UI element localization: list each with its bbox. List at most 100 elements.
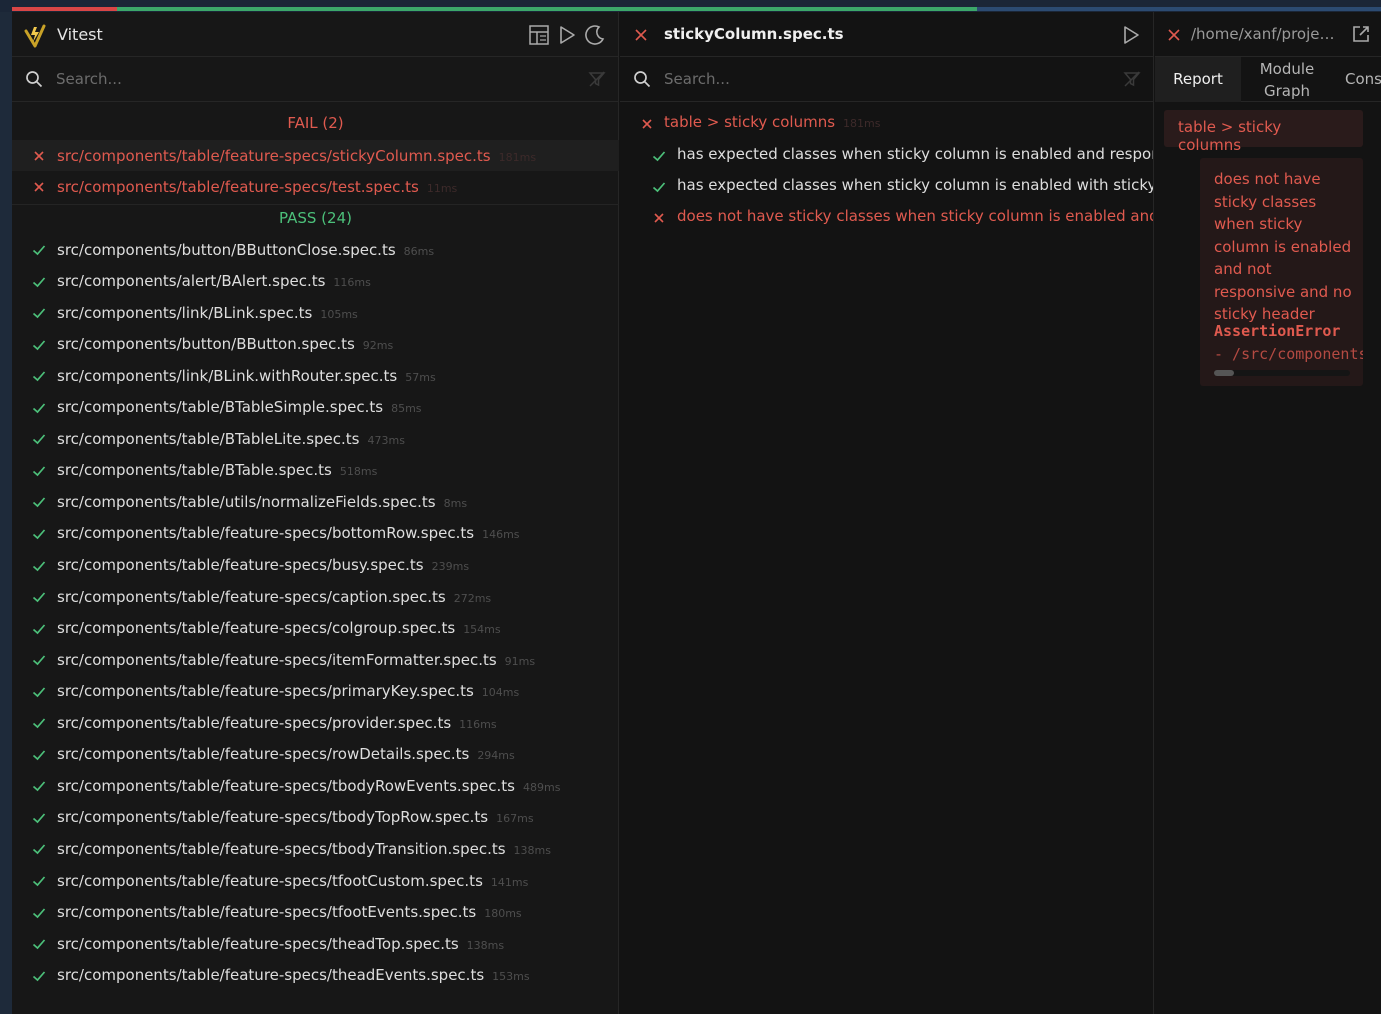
file-row[interactable]: src/components/table/feature-specs/botto… <box>12 518 619 549</box>
check-icon <box>652 151 666 162</box>
file-duration: 154ms <box>463 623 501 637</box>
explorer-search <box>12 57 618 102</box>
report-suite-header: table > sticky columns <box>1164 110 1363 154</box>
file-duration: 153ms <box>492 970 530 984</box>
file-row[interactable]: src/components/table/BTable.spec.ts 518ms <box>12 455 619 486</box>
error-type: AssertionError <box>1214 322 1341 340</box>
tab-module-graph[interactable]: Module Graph <box>1255 58 1319 103</box>
file-row[interactable]: src/components/table/feature-specs/thead… <box>12 960 619 991</box>
file-path-label: src/components/table/feature-specs/tbody… <box>57 839 506 858</box>
filter-icon[interactable] <box>588 70 606 88</box>
file-row[interactable]: src/components/table/feature-specs/busy.… <box>12 550 619 581</box>
error-box: does not have sticky classes when sticky… <box>1200 158 1363 386</box>
file-row[interactable]: src/components/table/feature-specs/tbody… <box>12 802 619 833</box>
file-path-label: src/components/table/feature-specs/tbody… <box>57 808 489 827</box>
file-path-label: src/components/table/feature-specs/prima… <box>57 682 474 701</box>
close-icon[interactable] <box>1167 28 1181 42</box>
suite-label: table > sticky columns <box>664 113 836 131</box>
check-icon <box>32 245 46 256</box>
close-icon[interactable] <box>634 28 648 42</box>
tab-console[interactable]: Console <box>1345 57 1381 102</box>
test-row[interactable]: has expected classes when sticky column … <box>620 171 1153 202</box>
file-row[interactable]: src/components/table/feature-specs/stick… <box>12 140 619 171</box>
progress-bar <box>0 0 1381 12</box>
filter-icon[interactable] <box>1123 70 1141 88</box>
tab-report[interactable]: Report <box>1155 57 1241 102</box>
test-row[interactable]: does not have sticky classes when sticky… <box>620 202 1153 233</box>
file-path-label: src/components/table/feature-specs/capti… <box>57 587 446 606</box>
file-duration: 86ms <box>403 244 435 258</box>
error-scrollbar[interactable] <box>1214 370 1350 376</box>
file-row[interactable]: src/components/table/utils/normalizeFiel… <box>12 486 619 517</box>
check-icon <box>32 308 46 319</box>
file-name: src/components/table/BTable.spec.ts 518ms <box>57 461 377 479</box>
file-path-label: src/components/table/feature-specs/itemF… <box>57 650 497 669</box>
group-divider <box>12 204 619 205</box>
file-row[interactable]: src/components/button/BButtonClose.spec.… <box>12 234 619 265</box>
check-icon <box>32 907 46 918</box>
file-name: src/components/table/feature-specs/colgr… <box>57 619 501 637</box>
file-row[interactable]: src/components/table/feature-specs/colgr… <box>12 613 619 644</box>
file-duration: 489ms <box>522 780 561 794</box>
file-row[interactable]: src/components/table/feature-specs/prima… <box>12 676 619 707</box>
file-path-label: src/components/table/feature-specs/busy.… <box>57 556 424 574</box>
file-path-label: src/components/table/BTableLite.spec.ts <box>57 429 360 448</box>
play-icon[interactable] <box>1120 24 1142 46</box>
search-input[interactable] <box>664 67 1104 91</box>
file-name: src/components/table/BTableSimple.spec.t… <box>57 398 422 416</box>
file-row[interactable]: src/components/table/feature-specs/tbody… <box>12 770 619 801</box>
search-input[interactable] <box>56 67 556 91</box>
file-path-label: src/components/table/feature-specs/tfoot… <box>57 903 477 922</box>
error-message: does not have sticky classes when sticky… <box>1214 170 1352 323</box>
file-path-label: src/components/table/BTableSimple.spec.t… <box>57 398 384 417</box>
file-duration: 180ms <box>484 907 522 921</box>
error-stack: - /src/components/table/feature-specs/st… <box>1214 345 1363 363</box>
file-row[interactable]: src/components/table/feature-specs/thead… <box>12 928 619 959</box>
file-name: src/components/table/feature-specs/capti… <box>57 588 491 606</box>
file-duration: 146ms <box>482 528 520 542</box>
test-row[interactable]: has expected classes when sticky column … <box>620 140 1153 171</box>
file-row[interactable]: src/components/link/BLink.spec.ts 105ms <box>12 297 619 328</box>
check-icon <box>32 781 46 792</box>
dashboard-icon[interactable] <box>528 24 550 46</box>
suite-row[interactable]: table > sticky columns 181ms <box>620 108 1153 139</box>
file-duration: 473ms <box>367 433 405 447</box>
report-panel: /home/xanf/projects/bootstrap-vue Report… <box>1155 12 1381 1014</box>
file-row[interactable]: src/components/table/BTableLite.spec.ts 4… <box>12 423 619 454</box>
file-duration: 104ms <box>481 686 520 700</box>
file-row[interactable]: src/components/link/BLink.withRouter.spe… <box>12 360 619 391</box>
check-icon <box>32 371 46 382</box>
moon-icon[interactable] <box>584 24 606 46</box>
file-name: src/components/table/feature-specs/provi… <box>57 714 497 732</box>
file-name: src/components/table/feature-specs/tbody… <box>57 777 560 795</box>
check-icon <box>32 497 46 508</box>
file-name: src/components/table/feature-specs/tfoot… <box>57 872 528 890</box>
file-row[interactable]: src/components/table/feature-specs/capti… <box>12 581 619 612</box>
file-duration: 8ms <box>443 496 468 510</box>
file-row[interactable]: src/components/table/feature-specs/provi… <box>12 707 619 738</box>
file-row[interactable]: src/components/table/feature-specs/tbody… <box>12 833 619 864</box>
file-row[interactable]: src/components/button/BButton.spec.ts 92m… <box>12 329 619 360</box>
file-row[interactable]: src/components/alert/BAlert.spec.ts 116ms <box>12 266 619 297</box>
file-name: src/components/table/feature-specs/tbody… <box>57 840 551 858</box>
file-path-label: src/components/table/feature-specs/rowDe… <box>57 745 470 764</box>
check-icon <box>32 655 46 666</box>
file-row[interactable]: src/components/table/feature-specs/tfoot… <box>12 897 619 928</box>
external-link-icon[interactable] <box>1351 24 1371 44</box>
file-row[interactable]: src/components/table/feature-specs/test.… <box>12 171 619 202</box>
check-icon <box>32 434 46 445</box>
file-row[interactable]: src/components/table/feature-specs/rowDe… <box>12 739 619 770</box>
check-icon <box>32 876 46 887</box>
file-row[interactable]: src/components/table/BTableSimple.spec.t… <box>12 392 619 423</box>
file-row[interactable]: src/components/table/feature-specs/itemF… <box>12 644 619 675</box>
file-duration: 105ms <box>320 307 358 321</box>
file-duration: 181ms <box>498 150 537 164</box>
scrollbar-thumb[interactable] <box>1214 370 1234 376</box>
check-icon <box>32 340 46 350</box>
report-header-bar: /home/xanf/projects/bootstrap-vue <box>1155 12 1381 57</box>
file-name: src/components/table/feature-specs/tfoot… <box>57 903 522 921</box>
check-icon <box>652 182 666 193</box>
play-icon[interactable] <box>556 24 578 46</box>
file-path-label: src/components/table/feature-specs/colgr… <box>57 619 456 638</box>
file-row[interactable]: src/components/table/feature-specs/tfoot… <box>12 865 619 896</box>
